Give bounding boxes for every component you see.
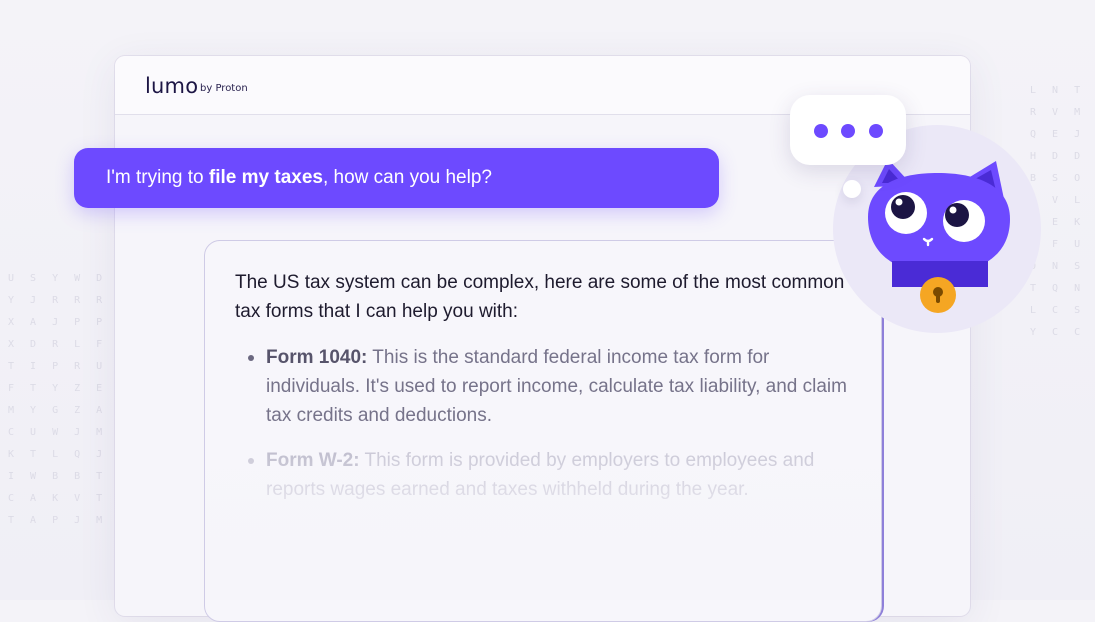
list-item: Form 1040: This is the standard federal … xyxy=(248,343,848,430)
cat-mascot-icon xyxy=(868,159,1010,313)
assistant-intro-text: The US tax system can be complex, here a… xyxy=(235,272,845,322)
thought-bubble-tail xyxy=(843,180,861,198)
user-message-text-bold: file my taxes xyxy=(208,167,323,188)
typing-indicator-bubble xyxy=(790,95,906,165)
logo[interactable]: lumo xyxy=(145,74,198,98)
bullet-icon xyxy=(248,355,254,361)
user-message-bubble: I'm trying to file my taxes, how can you… xyxy=(74,148,719,208)
background-letters-left: U S Y W D O Y J R R R D X A J P P R X D … xyxy=(8,273,124,526)
typing-dot-icon xyxy=(869,124,883,138)
user-message-text-pre: I'm trying to xyxy=(106,167,209,188)
list-item: Form W-2: This form is provided by emplo… xyxy=(248,446,848,504)
user-message-text-post: , how can you help? xyxy=(322,167,492,188)
typing-dot-icon xyxy=(814,124,828,138)
logo-by-proton: by Proton xyxy=(200,83,248,94)
tax-forms-list: Form 1040: This is the standard federal … xyxy=(248,343,848,504)
list-item-title: Form W-2: xyxy=(266,450,360,471)
typing-dot-icon xyxy=(841,124,855,138)
bullet-icon xyxy=(248,458,254,464)
list-item-title: Form 1040: xyxy=(266,347,368,368)
